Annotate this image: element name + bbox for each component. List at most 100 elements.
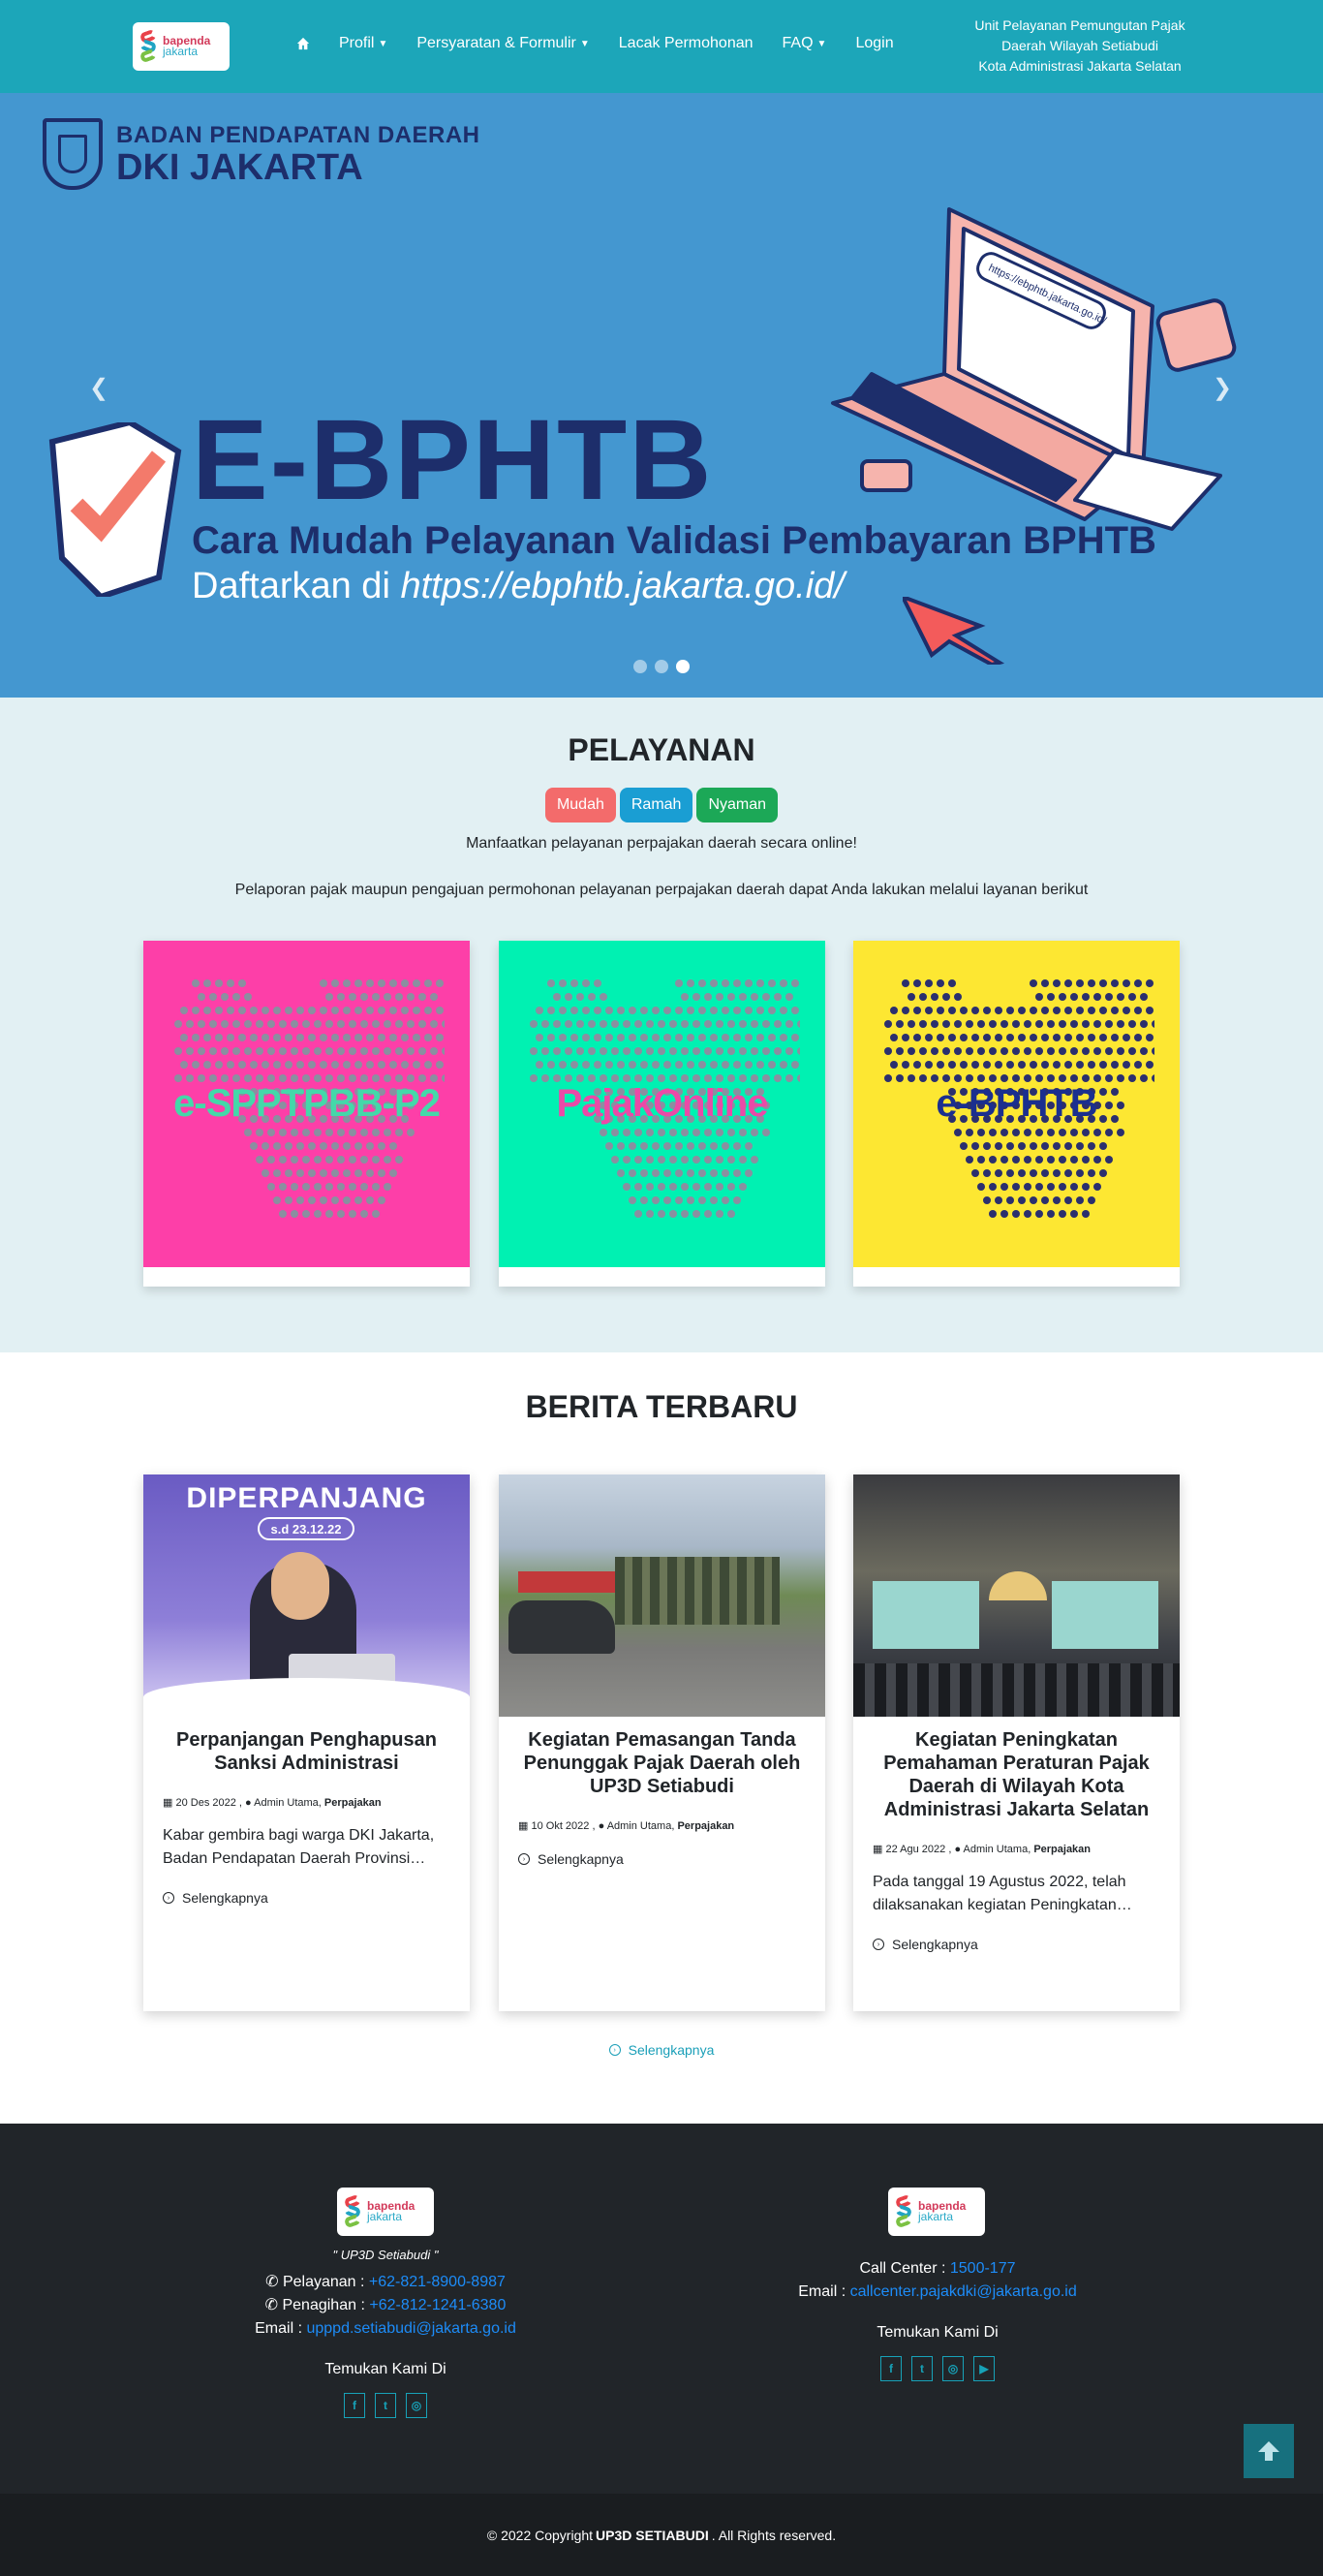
badge-ramah: Ramah [619,788,693,822]
projector-screen-right [1052,1581,1158,1649]
news-title[interactable]: Kegiatan Pemasangan Tanda Penunggak Paja… [516,1728,808,1798]
carousel-next-button[interactable]: ❯ [1213,374,1232,402]
calendar-icon: ▦ [163,1797,173,1809]
pelayanan-text-2: Pelaporan pajak maupun pengajuan permoho… [234,882,1089,898]
audience [853,1663,1180,1717]
nav-persyaratan[interactable]: Persyaratan & Formulir ▼ [416,35,589,52]
instagram-icon[interactable]: ◎ [942,2356,964,2381]
social-links-right: f t ◎ ▶ [746,2356,1129,2381]
footer: bapenda jakarta " UP3D Setiabudi " ✆ Pel… [0,2124,1323,2494]
carousel-prev-button[interactable]: ❮ [89,374,108,402]
youtube-icon[interactable]: ▶ [973,2356,995,2381]
twitter-icon[interactable]: t [375,2393,396,2418]
news-card: DIPERPANJANG s.d 23.12.22 Perpanjangan P… [143,1474,470,2011]
brand-logo[interactable]: bapenda jakarta [133,22,230,71]
callcenter-email-link[interactable]: callcenter.pajakdki@jakarta.go.id [850,2283,1077,2300]
carousel-dot-2[interactable] [655,660,668,673]
arrow-circle-icon: › [873,1939,884,1950]
service-card-esppt[interactable]: e-SPPTPBB-P2 [143,941,470,1287]
pelayanan-title: PELAYANAN [568,732,755,767]
twitter-icon[interactable]: t [911,2356,933,2381]
pelayanan-badges: Mudah Ramah Nyaman [0,788,1323,822]
nav-lacak[interactable]: Lacak Permohonan [619,35,754,52]
main-nav: Profil ▼ Persyaratan & Formulir ▼ Lacak Pe… [296,35,923,52]
nav-home[interactable] [296,37,310,50]
email-link[interactable]: upppd.setiabudi@jakarta.go.id [306,2320,515,2337]
hero-title: E-BPHTB [192,396,714,524]
news-meta: ▦ 20 Des 2022 , ● Admin Utama, Perpajaka… [163,1797,382,1809]
nav-faq[interactable]: FAQ ▼ [783,35,827,52]
read-more-link[interactable]: › Selengkapnya [163,1890,450,1906]
copyright-name: UP3D SETIABUDI [596,2527,709,2543]
arrow-circle-icon: › [518,1853,530,1865]
people-group [615,1557,780,1625]
hero-register-url[interactable]: https://ebphtb.jakarta.go.id/ [400,566,844,606]
news-meta: ▦ 22 Agu 2022 , ● Admin Utama, Perpajaka… [873,1844,1092,1855]
copyright-bar: © 2022 Copyright UP3D SETIABUDI . All Ri… [0,2494,1323,2576]
carousel-dot-1[interactable] [633,660,647,673]
all-news-link[interactable]: › Selengkapnya [0,2042,1323,2058]
banner-image [518,1571,625,1593]
pelayanan-phone-link[interactable]: +62-821-8900-8987 [369,2274,506,2290]
arrow-up-icon [1258,2441,1279,2461]
news-title[interactable]: Kegiatan Peningkatan Pemahaman Peraturan… [871,1728,1162,1821]
user-icon: ● [245,1797,252,1809]
back-to-top-button[interactable] [1244,2424,1294,2478]
dki-emblem-icon [43,118,103,190]
footer-contact-left: " UP3D Setiabudi " ✆ Pelayanan : +62-821… [194,2244,577,2418]
nav-profil[interactable]: Profil ▼ [339,35,387,52]
org-line2: DKI JAKARTA [116,147,363,188]
footer-logo-right[interactable]: bapenda jakarta [888,2188,985,2236]
bapenda-logo-icon [343,2193,362,2229]
hero-carousel: BADAN PENDAPATAN DAERAH DKI JAKARTA http… [0,93,1323,698]
penagihan-phone-link[interactable]: +62-812-1241-6380 [369,2297,506,2313]
car-image [508,1600,615,1654]
news-image[interactable]: DIPERPANJANG s.d 23.12.22 [143,1474,470,1717]
pelayanan-section: PELAYANAN Mudah Ramah Nyaman Manfaatkan … [0,698,1323,1352]
hero-register: Daftarkan di https://ebphtb.jakarta.go.i… [192,566,845,606]
logo-line2: jakarta [163,45,199,58]
read-more-link[interactable]: › Selengkapnya [518,1851,806,1867]
news-image[interactable] [499,1474,825,1717]
badge-nyaman: Nyaman [696,788,779,822]
bapenda-dki-logo: BADAN PENDAPATAN DAERAH DKI JAKARTA [43,118,480,190]
find-us-heading: Temukan Kami Di [324,2361,446,2377]
carousel-dot-3[interactable] [676,660,690,673]
service-card-ebphtb[interactable]: e-BPHTB [853,941,1180,1287]
callcenter-link[interactable]: 1500-177 [950,2260,1016,2277]
news-image[interactable] [853,1474,1180,1717]
news-excerpt: Pada tanggal 19 Agustus 2022, telah dila… [873,1874,1132,1913]
footer-logo-left[interactable]: bapenda jakarta [337,2188,434,2236]
chandelier [989,1571,1047,1600]
news-excerpt: Kabar gembira bagi warga DKI Jakarta, Ba… [163,1827,435,1867]
hero-subtitle: Cara Mudah Pelayanan Validasi Pembayaran… [192,519,1156,562]
bapenda-logo-icon [138,28,158,64]
footer-tagline: " UP3D Setiabudi " [332,2248,439,2262]
facebook-icon[interactable]: f [880,2356,902,2381]
whatsapp-icon: ✆ [265,2274,279,2290]
arrow-circle-icon: › [608,2044,621,2056]
footer-contact-right: Call Center : 1500-177 Email : callcente… [746,2257,1129,2381]
calendar-icon: ▦ [518,1820,529,1832]
read-more-link[interactable]: › Selengkapnya [873,1937,1160,1952]
cursor-arrow-icon [903,597,1005,665]
user-icon: ● [598,1820,605,1832]
caret-down-icon: ▼ [816,38,827,49]
news-card: Kegiatan Pemasangan Tanda Penunggak Paja… [499,1474,825,2011]
pelayanan-text-1: Manfaatkan pelayanan perpajakan daerah s… [466,835,857,852]
nav-login[interactable]: Login [855,35,893,52]
service-card-pajakonline[interactable]: PajakOnline [499,941,825,1287]
news-card: Kegiatan Peningkatan Pemahaman Peraturan… [853,1474,1180,2011]
berita-title: BERITA TERBARU [525,1389,798,1424]
calendar-icon: ▦ [873,1844,883,1855]
org-line1: BADAN PENDAPATAN DAERAH [116,122,480,148]
user-icon: ● [954,1844,962,1855]
arrow-circle-icon: › [163,1892,174,1904]
facebook-icon[interactable]: f [344,2393,365,2418]
instagram-icon[interactable]: ◎ [406,2393,427,2418]
projector-screen-left [873,1581,979,1649]
news-title[interactable]: Perpanjangan Penghapusan Sanksi Administ… [161,1728,452,1775]
find-us-heading: Temukan Kami Di [877,2324,999,2341]
caret-down-icon: ▼ [579,38,590,49]
top-navbar: bapenda jakarta Profil ▼ Persyaratan & Fo… [0,0,1323,93]
